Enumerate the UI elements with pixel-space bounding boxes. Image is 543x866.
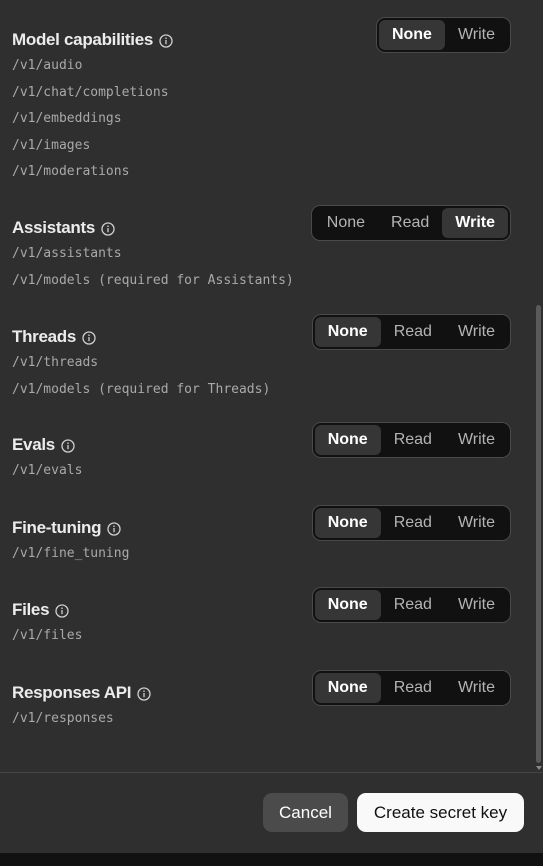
permission-section-fine-tuning: Fine-tuning/v1/fine_tuning None Read Write xyxy=(12,505,511,568)
permission-option-none[interactable]: None xyxy=(314,317,381,347)
endpoint-path: /v1/fine_tuning xyxy=(12,546,130,561)
permission-section-model-capabilities: Model capabilities/v1/audio/v1/chat/comp… xyxy=(12,17,511,186)
endpoint-list: /v1/fine_tuning xyxy=(12,541,511,568)
section-title-text: Evals xyxy=(12,435,55,454)
permission-option-write[interactable]: Write xyxy=(445,20,508,50)
endpoint-path: /v1/images xyxy=(12,137,91,153)
cancel-button[interactable]: Cancel xyxy=(263,793,348,832)
permission-option-write[interactable]: Write xyxy=(445,673,508,703)
info-icon[interactable] xyxy=(55,603,69,618)
endpoint-path: /v1/responses xyxy=(12,711,114,726)
scrollbar-thumb[interactable] xyxy=(536,305,541,763)
create-key-dialog: Model capabilities/v1/audio/v1/chat/comp… xyxy=(0,0,543,853)
endpoint-list: /v1/assistants/v1/models (required for A… xyxy=(12,241,511,294)
endpoint-path: /v1/evals xyxy=(12,463,83,478)
permission-option-read[interactable]: Read xyxy=(381,673,445,703)
permission-option-write[interactable]: Write xyxy=(442,208,508,238)
info-icon[interactable] xyxy=(107,521,121,536)
endpoint-list: /v1/threads/v1/models (required for Thre… xyxy=(12,350,511,403)
endpoint-path: /v1/audio xyxy=(12,58,83,73)
permission-section-threads: Threads/v1/threads/v1/models (required f… xyxy=(12,314,511,403)
permission-section-files: Files/v1/files None Read Write xyxy=(12,587,511,650)
permission-option-write[interactable]: Write xyxy=(445,590,508,620)
info-icon[interactable] xyxy=(61,438,75,453)
section-title-text: Model capabilities xyxy=(12,30,154,49)
permission-option-none[interactable]: None xyxy=(314,425,381,455)
info-icon[interactable] xyxy=(159,33,173,48)
endpoint-list: /v1/audio/v1/chat/completions/v1/embeddi… xyxy=(12,53,511,186)
permission-option-write[interactable]: Write xyxy=(445,425,508,455)
section-title-text: Files xyxy=(12,600,50,619)
permission-option-write[interactable]: Write xyxy=(445,317,508,347)
permission-toggle: None Read Write xyxy=(311,670,511,706)
permission-option-read[interactable]: Read xyxy=(381,425,445,455)
section-title-text: Threads xyxy=(12,327,77,346)
permission-section-assistants: Assistants/v1/assistants/v1/models (requ… xyxy=(12,205,511,294)
permission-section-responses-api: Responses API/v1/responses None Read Write xyxy=(12,670,511,733)
endpoint-path: /v1/threads xyxy=(12,355,99,370)
info-icon[interactable] xyxy=(82,330,96,345)
section-title-text: Fine-tuning xyxy=(12,518,102,537)
scrollbar[interactable] xyxy=(534,0,543,772)
endpoint-path: /v1/moderations xyxy=(12,164,130,179)
permission-toggle: None Write xyxy=(375,17,511,53)
permission-toggle: None Read Write xyxy=(311,587,511,623)
permission-option-read[interactable]: Read xyxy=(381,508,445,538)
permission-option-read[interactable]: Read xyxy=(381,317,445,347)
permission-toggle: None Read Write xyxy=(311,505,511,541)
permission-option-none[interactable]: None xyxy=(314,508,381,538)
scroll-down-arrow-icon[interactable] xyxy=(536,766,542,770)
permission-option-write[interactable]: Write xyxy=(445,508,508,538)
permission-toggle: None Read Write xyxy=(311,422,511,458)
permission-option-none[interactable]: None xyxy=(314,590,381,620)
endpoint-list: /v1/files xyxy=(12,623,511,650)
info-icon[interactable] xyxy=(101,221,115,236)
permission-option-read[interactable]: Read xyxy=(381,590,445,620)
permission-option-read[interactable]: Read xyxy=(378,208,442,238)
info-icon[interactable] xyxy=(137,686,151,701)
endpoint-path: /v1/models (required for Threads) xyxy=(12,381,271,397)
permission-option-none[interactable]: None xyxy=(378,20,445,50)
endpoint-list: /v1/responses xyxy=(12,706,511,733)
footer-divider xyxy=(0,772,543,773)
permission-toggle: None Read Write xyxy=(311,314,511,350)
permission-option-none[interactable]: None xyxy=(314,673,381,703)
permission-option-none[interactable]: None xyxy=(314,208,378,238)
endpoint-path: /v1/chat/completions xyxy=(12,84,169,100)
create-secret-key-button[interactable]: Create secret key xyxy=(357,793,524,832)
endpoint-path: /v1/embeddings xyxy=(12,111,122,126)
section-title-text: Assistants xyxy=(12,218,95,237)
section-title-text: Responses API xyxy=(12,683,132,702)
endpoint-path: /v1/models (required for Assistants) xyxy=(12,272,294,288)
permission-toggle: None Read Write xyxy=(310,205,511,241)
endpoint-path: /v1/files xyxy=(12,628,83,643)
permission-section-evals: Evals/v1/evals None Read Write xyxy=(12,422,511,485)
endpoint-list: /v1/evals xyxy=(12,458,511,485)
permissions-scroll-area[interactable]: Model capabilities/v1/audio/v1/chat/comp… xyxy=(0,0,543,772)
endpoint-path: /v1/assistants xyxy=(12,246,122,261)
